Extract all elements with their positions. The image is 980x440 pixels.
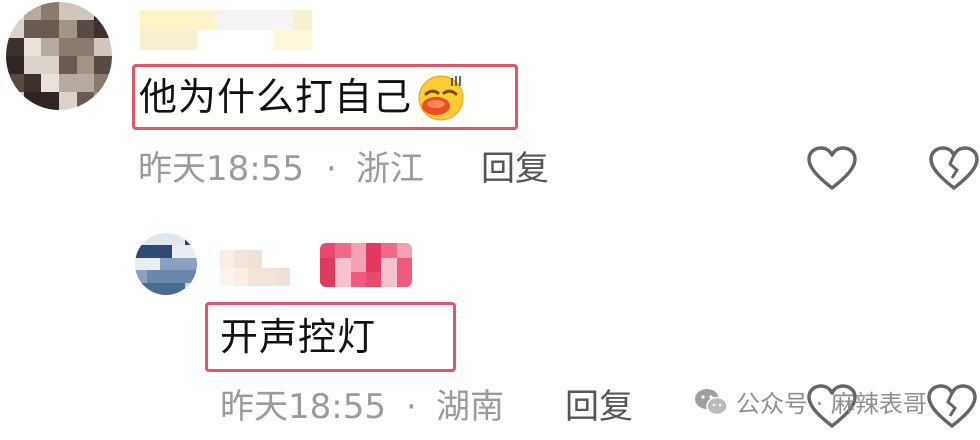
comment-1-separator: ·: [326, 149, 337, 189]
comment-2-highlight-box: 开声控灯: [205, 302, 456, 372]
comment-2-text: 开声控灯: [220, 315, 377, 359]
comment-1-reply-button[interactable]: 回复: [481, 152, 549, 186]
username-blurred-2[interactable]: [220, 250, 290, 286]
username-blurred-1[interactable]: [140, 10, 312, 50]
watermark: 公众号 · 麻辣表哥: [694, 384, 927, 419]
heart-outline-icon[interactable]: [806, 146, 858, 192]
sweating-face-emoji: [416, 72, 466, 122]
comment-2-location: 湖南: [436, 387, 504, 427]
wechat-logo-icon: [694, 387, 728, 417]
comment-2-separator: ·: [406, 387, 417, 427]
user-badge-blurred: [320, 243, 412, 287]
broken-heart-icon[interactable]: [926, 384, 978, 430]
comment-1-time: 昨天18:55: [138, 149, 304, 189]
broken-heart-icon[interactable]: [928, 146, 980, 192]
comment-2-reply-button[interactable]: 回复: [565, 390, 633, 424]
comment-1-location: 浙江: [356, 149, 424, 189]
avatar-commenter-2[interactable]: [135, 233, 197, 295]
comment-2-time: 昨天18:55: [220, 387, 386, 427]
comment-1-highlight-box: 他为什么打自己: [132, 64, 518, 130]
avatar-commenter-1[interactable]: [6, 2, 112, 110]
watermark-text: 公众号 · 麻辣表哥: [736, 390, 927, 418]
comment-1-text: 他为什么打自己: [139, 75, 413, 119]
